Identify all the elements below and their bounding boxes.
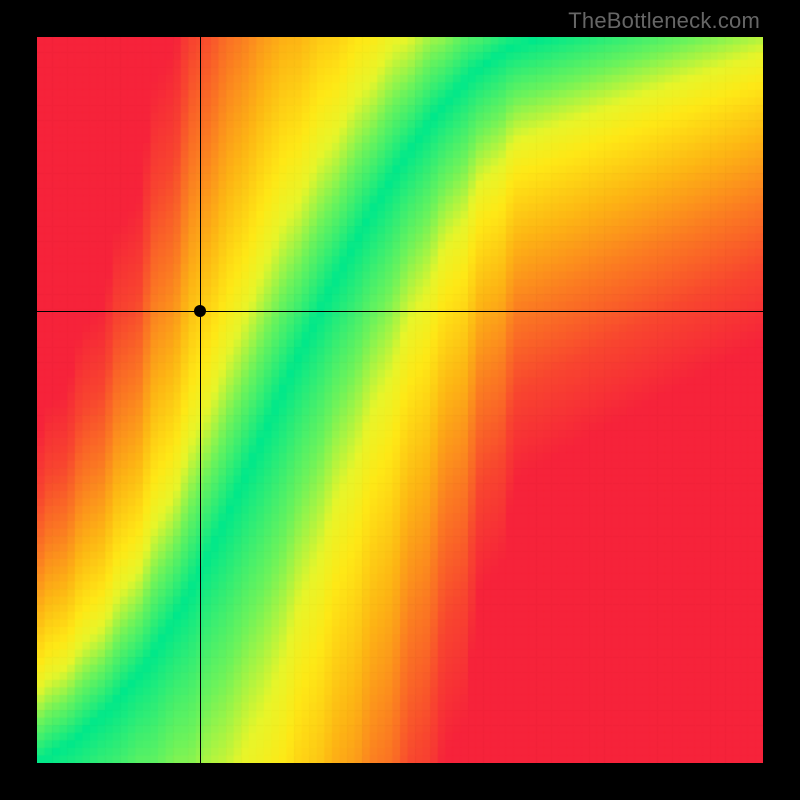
crosshair-horizontal <box>37 311 763 312</box>
watermark-text: TheBottleneck.com <box>568 8 760 34</box>
crosshair-vertical <box>200 37 201 763</box>
heatmap-plot <box>37 37 763 763</box>
heatmap-canvas <box>37 37 763 763</box>
crosshair-marker <box>194 305 206 317</box>
chart-frame: TheBottleneck.com <box>0 0 800 800</box>
